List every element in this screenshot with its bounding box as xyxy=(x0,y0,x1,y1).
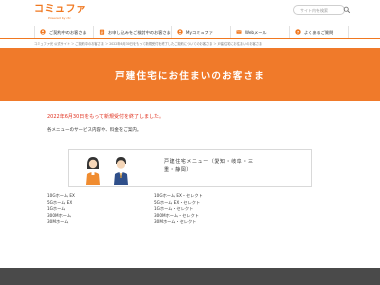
man-staff-icon xyxy=(114,157,128,185)
plan-list-standard: 10Gホーム EX 5Gホーム EX 1Gホーム 300Mホーム 30Mホーム xyxy=(47,193,75,226)
user-icon xyxy=(40,29,46,35)
nav-label: よくあるご質問 xyxy=(303,29,334,35)
search-icon[interactable] xyxy=(343,6,351,14)
nav-label: Webメール xyxy=(244,29,267,35)
nav-item-prospective-customers[interactable]: お申し込みをご検討中のお客さま xyxy=(93,26,171,38)
site-header: コミュファ Powered by ctc サイト内を検索 xyxy=(0,0,380,26)
person-icon xyxy=(177,29,183,35)
service-end-notice: 2022年6月30日をもって新規受付を終了しました。 xyxy=(47,114,165,120)
search-input[interactable]: サイト内を検索 xyxy=(293,5,345,15)
site-footer xyxy=(0,268,380,285)
nav-label: Myコミュファ xyxy=(185,29,213,35)
plan-link[interactable]: 30Mホーム xyxy=(47,219,75,226)
plan-list-select: 10Gホーム EX・セレクト 5Gホーム EX・セレクト 1Gホーム・セレクト … xyxy=(154,193,203,226)
mail-icon xyxy=(236,30,242,34)
card-title: 戸建住宅メニュー（愛知・岐阜・三重・静岡） xyxy=(164,159,254,173)
nav-label: お申し込みをご検討中のお客さま xyxy=(108,29,171,35)
page-hero: 戸建住宅にお住まいのお客さま xyxy=(0,48,380,101)
plan-link[interactable]: 10Gホーム EX xyxy=(47,193,75,200)
nav-label: ご契約中のお客さま xyxy=(49,29,87,35)
nav-item-my-commufa[interactable]: Myコミュファ xyxy=(170,26,230,38)
breadcrumb[interactable]: コミュファ光 公式サイト ＞ ご契約中のお客さま ＞ 2022年6月30日をもっ… xyxy=(34,42,262,46)
global-nav: ご契約中のお客さま お申し込みをご検討中のお客さま Myコミュファ Webメール… xyxy=(34,26,350,38)
page-title: 戸建住宅にお住まいのお客さま xyxy=(115,70,265,82)
logo-subtext: Powered by ctc xyxy=(48,16,71,20)
svg-text:?: ? xyxy=(297,29,299,34)
plan-link[interactable]: 30Mホーム・セレクト xyxy=(154,219,203,226)
nav-item-current-customers[interactable]: ご契約中のお客さま xyxy=(34,26,93,38)
clipboard-icon xyxy=(99,29,105,35)
plan-link[interactable]: 10Gホーム EX・セレクト xyxy=(154,193,203,200)
nav-item-webmail[interactable]: Webメール xyxy=(229,26,289,38)
nav-item-faq[interactable]: ? よくあるご質問 xyxy=(288,26,350,38)
question-icon: ? xyxy=(295,29,301,35)
commufa-logo[interactable]: コミュファ Powered by ctc xyxy=(34,4,87,21)
nav-divider xyxy=(0,38,380,39)
logo-text: コミュファ xyxy=(34,4,87,15)
search-placeholder: サイト内を検索 xyxy=(300,8,328,13)
woman-staff-icon xyxy=(86,157,100,185)
house-menu-card[interactable]: 戸建住宅メニュー（愛知・岐阜・三重・静岡） xyxy=(68,149,312,187)
intro-text: 各メニューのサービス内容や、料金をご案内。 xyxy=(47,128,142,133)
